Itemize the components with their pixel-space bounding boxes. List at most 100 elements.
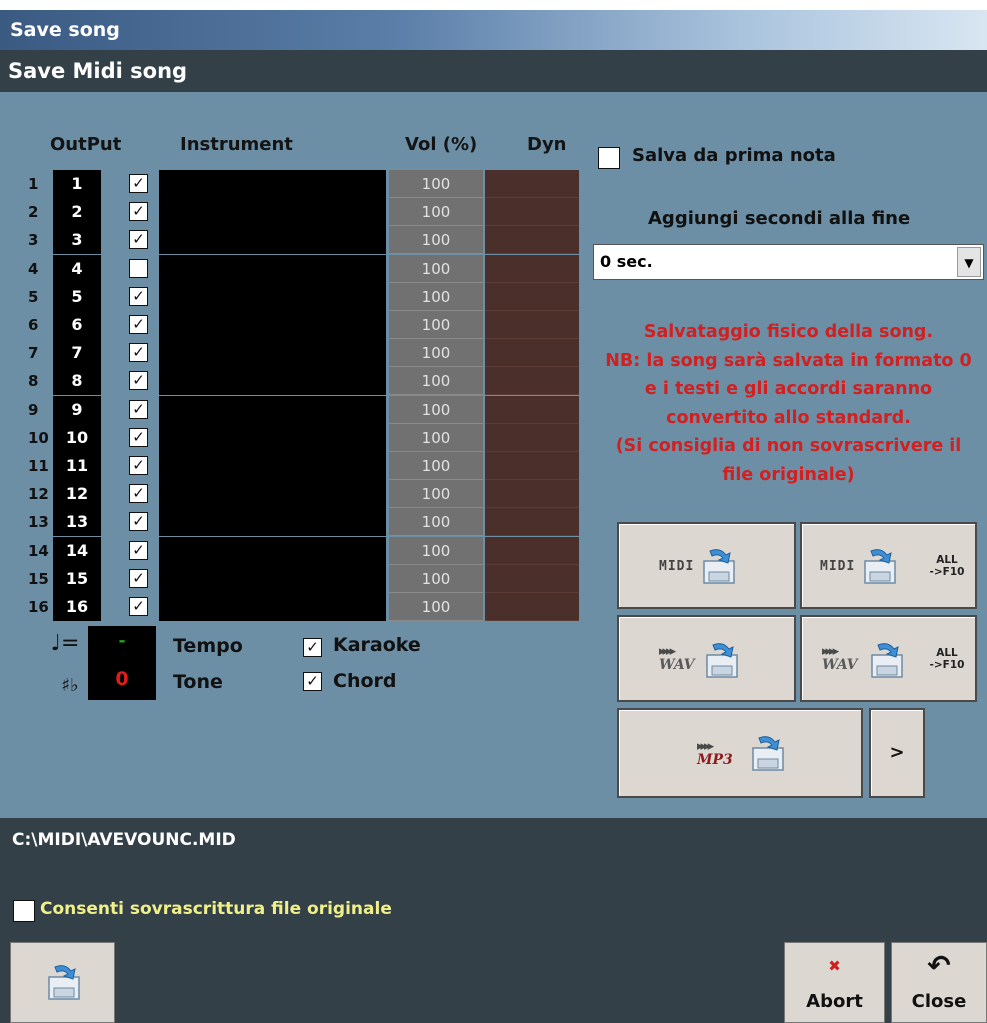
- track-instrument-field[interactable]: [159, 170, 386, 198]
- track-enabled-checkbox[interactable]: ✓: [129, 371, 148, 391]
- track-volume-field[interactable]: 100: [389, 282, 483, 311]
- track-dyn-field[interactable]: [485, 480, 579, 509]
- tempo-readout[interactable]: -: [88, 626, 156, 658]
- karaoke-checkbox[interactable]: ✓: [303, 638, 322, 657]
- track-volume-field[interactable]: 100: [389, 480, 483, 509]
- track-dyn-field[interactable]: [485, 395, 579, 424]
- more-options-button[interactable]: >: [869, 708, 925, 798]
- track-volume-field[interactable]: 100: [389, 339, 483, 368]
- track-volume-field[interactable]: 100: [389, 226, 483, 255]
- track-output-field[interactable]: 4: [53, 254, 101, 283]
- track-dyn-field[interactable]: [485, 593, 579, 621]
- track-number: 2: [28, 203, 39, 222]
- track-volume-field[interactable]: 100: [389, 508, 483, 537]
- save-midi-all-button[interactable]: MIDI ALL ->F10: [800, 522, 977, 609]
- track-volume-field[interactable]: 100: [389, 452, 483, 480]
- track-dyn-field[interactable]: [485, 452, 579, 480]
- track-instrument-field[interactable]: [159, 198, 386, 227]
- track-dyn-field[interactable]: [485, 536, 579, 565]
- track-enabled-checkbox[interactable]: ✓: [129, 174, 148, 193]
- track-output-field[interactable]: 6: [53, 311, 101, 339]
- track-instrument-field[interactable]: [159, 593, 386, 621]
- save-wav-button[interactable]: ▸▸▸▸ WAV: [617, 615, 796, 702]
- track-output-field[interactable]: 7: [53, 339, 101, 368]
- tone-readout[interactable]: 0: [88, 658, 156, 700]
- track-volume-field[interactable]: 100: [389, 564, 483, 593]
- track-volume-field[interactable]: 100: [389, 423, 483, 452]
- save-button[interactable]: [10, 942, 115, 1023]
- track-instrument-field[interactable]: [159, 311, 386, 339]
- track-dyn-field[interactable]: [485, 564, 579, 593]
- track-output-field[interactable]: 11: [53, 452, 101, 480]
- track-output-field[interactable]: 10: [53, 423, 101, 452]
- track-enabled-checkbox[interactable]: ✓: [129, 315, 148, 334]
- track-instrument-field[interactable]: [159, 282, 386, 311]
- track-output-field[interactable]: 16: [53, 593, 101, 621]
- track-enabled-checkbox[interactable]: ✓: [129, 399, 148, 419]
- track-enabled-checkbox[interactable]: ✓: [129, 230, 148, 250]
- track-output-field[interactable]: 8: [53, 367, 101, 396]
- save-from-first-note-checkbox[interactable]: [598, 147, 620, 169]
- track-instrument-field[interactable]: [159, 564, 386, 593]
- track-instrument-field[interactable]: [159, 395, 386, 424]
- track-enabled-checkbox[interactable]: ✓: [129, 427, 148, 447]
- track-instrument-field[interactable]: [159, 367, 386, 396]
- track-instrument-field[interactable]: [159, 508, 386, 537]
- track-output-field[interactable]: 3: [53, 226, 101, 255]
- track-enabled-checkbox[interactable]: ✓: [129, 568, 148, 588]
- track-output-field[interactable]: 2: [53, 198, 101, 227]
- track-enabled-checkbox[interactable]: ✓: [129, 286, 148, 306]
- track-output-field[interactable]: 13: [53, 508, 101, 537]
- track-instrument-field[interactable]: [159, 254, 386, 283]
- track-dyn-field[interactable]: [485, 254, 579, 283]
- track-instrument-field[interactable]: [159, 480, 386, 509]
- save-wav-all-button[interactable]: ▸▸▸▸ WAV ALL ->F10: [800, 615, 977, 702]
- track-instrument-field[interactable]: [159, 423, 386, 452]
- track-dyn-field[interactable]: [485, 226, 579, 255]
- close-button[interactable]: ↶ Close: [891, 942, 987, 1023]
- track-instrument-field[interactable]: [159, 452, 386, 480]
- track-output-field[interactable]: 9: [53, 395, 101, 424]
- abort-button[interactable]: ✖ Abort: [784, 942, 885, 1023]
- track-output-field[interactable]: 12: [53, 480, 101, 509]
- track-dyn-field[interactable]: [485, 198, 579, 227]
- track-volume-field[interactable]: 100: [389, 254, 483, 283]
- chord-checkbox[interactable]: ✓: [303, 672, 322, 691]
- track-volume-field[interactable]: 100: [389, 367, 483, 396]
- track-enabled-checkbox[interactable]: ✓: [129, 343, 148, 363]
- track-enabled-checkbox[interactable]: ✓: [129, 456, 148, 475]
- track-instrument-field[interactable]: [159, 339, 386, 368]
- track-dyn-field[interactable]: [485, 339, 579, 368]
- track-dyn-field[interactable]: [485, 170, 579, 198]
- save-disk-icon: [871, 643, 903, 678]
- track-dyn-field[interactable]: [485, 423, 579, 452]
- track-volume-field[interactable]: 100: [389, 198, 483, 227]
- track-instrument-field[interactable]: [159, 536, 386, 565]
- track-dyn-field[interactable]: [485, 311, 579, 339]
- track-enabled-checkbox[interactable]: [129, 258, 148, 278]
- allow-overwrite-checkbox[interactable]: [13, 900, 35, 922]
- track-output-field[interactable]: 5: [53, 282, 101, 311]
- track-output-field[interactable]: 15: [53, 564, 101, 593]
- track-instrument-field[interactable]: [159, 226, 386, 255]
- track-volume-field[interactable]: 100: [389, 593, 483, 621]
- track-output-field[interactable]: 1: [53, 170, 101, 198]
- track-volume-field[interactable]: 100: [389, 536, 483, 565]
- track-enabled-checkbox[interactable]: ✓: [129, 597, 148, 616]
- save-midi-button[interactable]: MIDI: [617, 522, 796, 609]
- track-volume-field[interactable]: 100: [389, 311, 483, 339]
- track-enabled-checkbox[interactable]: ✓: [129, 512, 148, 532]
- track-enabled-checkbox[interactable]: ✓: [129, 540, 148, 560]
- chevron-down-icon[interactable]: ▼: [957, 247, 981, 277]
- save-mp3-button[interactable]: ▸▸▸▸ MP3: [617, 708, 863, 798]
- track-volume-field[interactable]: 100: [389, 170, 483, 198]
- track-enabled-checkbox[interactable]: ✓: [129, 202, 148, 222]
- add-seconds-select[interactable]: 0 sec. ▼: [593, 244, 984, 280]
- track-output-field[interactable]: 14: [53, 536, 101, 565]
- track-dyn-field[interactable]: [485, 367, 579, 396]
- wav-logo-icon: WAV: [659, 657, 695, 673]
- track-dyn-field[interactable]: [485, 282, 579, 311]
- track-volume-field[interactable]: 100: [389, 395, 483, 424]
- track-dyn-field[interactable]: [485, 508, 579, 537]
- track-enabled-checkbox[interactable]: ✓: [129, 484, 148, 504]
